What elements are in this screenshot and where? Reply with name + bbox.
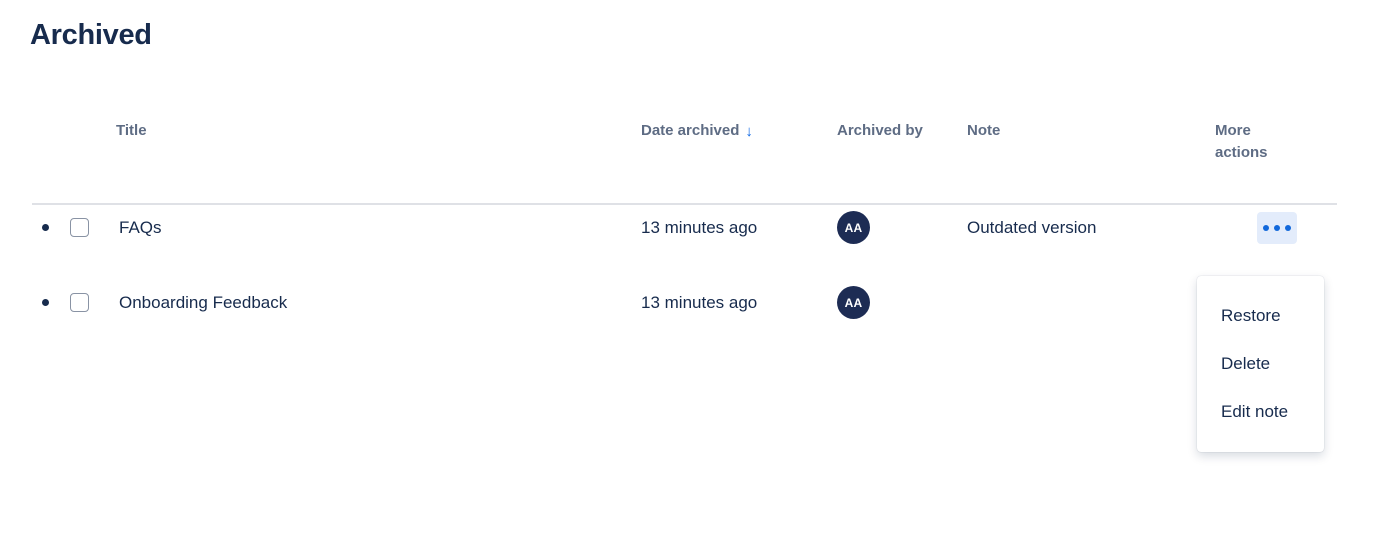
page-title: Archived [30,19,152,51]
sort-descending-icon: ↓ [745,123,753,140]
row-archived-by: AA [837,190,967,265]
more-actions-button[interactable] [1257,211,1297,244]
row-archived-by: AA [837,265,967,340]
menu-item-delete[interactable]: Delete [1197,340,1324,388]
table-body: FAQs 13 minutes ago AA Outdated version [32,190,1337,340]
archived-table: Title Date archived ↓ Archived by Note Mo… [32,120,1337,340]
row-bullet-cell [32,265,58,340]
column-header-title[interactable]: Title [116,120,641,190]
row-checkbox[interactable] [70,218,89,237]
column-header-archived-by-label: Archived by [837,122,923,139]
column-header-date-archived[interactable]: Date archived ↓ [641,120,837,190]
row-select-cell [58,265,116,340]
avatar: AA [837,286,870,319]
row-title[interactable]: Onboarding Feedback [116,265,641,340]
row-date-archived: 13 minutes ago [641,217,758,237]
column-header-select [58,120,116,190]
row-note [967,265,1215,340]
column-header-title-label: Title [116,122,147,139]
row-title[interactable]: FAQs [116,190,641,265]
row-checkbox[interactable] [70,293,89,312]
more-actions-menu: Restore Delete Edit note [1197,276,1324,452]
bullet-icon [42,224,49,231]
row-note: Outdated version [967,217,1097,237]
row-bullet-cell [32,190,58,265]
table-header-row: Title Date archived ↓ Archived by Note Mo… [32,120,1337,190]
column-header-archived-by[interactable]: Archived by [837,120,967,190]
column-header-date-archived-label: Date archived [641,122,740,139]
menu-item-restore[interactable]: Restore [1197,292,1324,340]
table-row[interactable]: FAQs 13 minutes ago AA Outdated version [32,190,1337,265]
column-header-note[interactable]: Note [967,120,1215,190]
archived-table-container: Title Date archived ↓ Archived by Note Mo… [32,120,1337,340]
column-header-note-label: Note [967,122,1001,139]
row-select-cell [58,190,116,265]
bullet-icon [42,299,49,306]
menu-item-edit-note[interactable]: Edit note [1197,388,1324,436]
column-header-more-actions-label: More actions [1215,122,1268,161]
column-header-more-actions: More actions [1215,120,1337,190]
row-more-actions-cell [1215,190,1337,265]
more-dot-icon [1285,224,1291,231]
archived-page: Archived Title Date archived ↓ Archived … [0,0,1400,541]
avatar: AA [837,211,870,244]
column-header-bullet [32,120,58,190]
table-header: Title Date archived ↓ Archived by Note Mo… [32,120,1337,190]
header-divider [32,203,1337,205]
more-dot-icon [1274,224,1280,231]
row-date-archived: 13 minutes ago [641,292,758,312]
more-dot-icon [1263,224,1269,231]
table-row[interactable]: Onboarding Feedback 13 minutes ago AA [32,265,1337,340]
